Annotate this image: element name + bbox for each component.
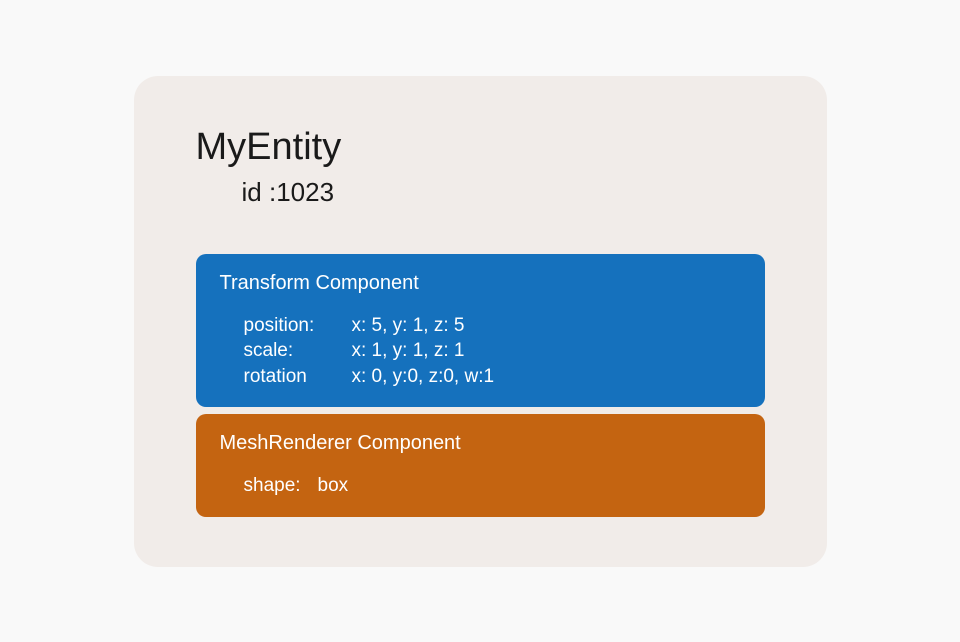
transform-props: position: x: 5, y: 1, z: 5 scale: x: 1, … bbox=[220, 313, 741, 390]
meshrenderer-component-title: MeshRenderer Component bbox=[220, 432, 741, 455]
prop-position: position: x: 5, y: 1, z: 5 bbox=[244, 313, 741, 339]
entity-id-value: 1023 bbox=[276, 177, 334, 207]
prop-scale: scale: x: 1, y: 1, z: 1 bbox=[244, 338, 741, 364]
entity-name: MyEntity bbox=[196, 126, 765, 169]
prop-shape-label: shape: bbox=[244, 473, 318, 499]
prop-shape-value: box bbox=[318, 473, 349, 499]
transform-component: Transform Component position: x: 5, y: 1… bbox=[196, 254, 765, 408]
prop-rotation-value: x: 0, y:0, z:0, w:1 bbox=[352, 364, 495, 390]
prop-rotation: rotation x: 0, y:0, z:0, w:1 bbox=[244, 364, 741, 390]
prop-scale-label: scale: bbox=[244, 338, 352, 364]
meshrenderer-component: MeshRenderer Component shape: box bbox=[196, 414, 765, 517]
entity-id-label: id : bbox=[242, 177, 277, 207]
prop-rotation-label: rotation bbox=[244, 364, 352, 390]
prop-position-value: x: 5, y: 1, z: 5 bbox=[352, 313, 465, 339]
meshrenderer-props: shape: box bbox=[220, 473, 741, 499]
prop-scale-value: x: 1, y: 1, z: 1 bbox=[352, 338, 465, 364]
entity-id: id :1023 bbox=[242, 177, 765, 208]
prop-shape: shape: box bbox=[244, 473, 741, 499]
transform-component-title: Transform Component bbox=[220, 272, 741, 295]
entity-card: MyEntity id :1023 Transform Component po… bbox=[134, 76, 827, 567]
prop-position-label: position: bbox=[244, 313, 352, 339]
